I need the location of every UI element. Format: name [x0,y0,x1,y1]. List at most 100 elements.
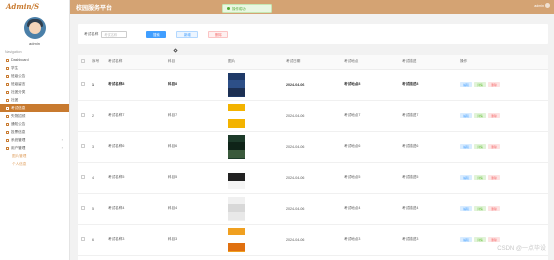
header-user[interactable]: admin [534,4,544,8]
cell-image [228,224,286,256]
sidebar-item[interactable]: 通知公告 [0,120,69,128]
row-delete-button[interactable]: 删除 [488,113,500,118]
cell-exam-desc: 考试描述5 [402,162,460,194]
cell-image [228,162,286,194]
book-cover-image[interactable] [228,134,245,159]
table-row[interactable]: 1 考试名称8 科目8 2024-04-06 考试地点8 考试描述8 编辑 详情 删除 [78,69,548,101]
data-table: 序号 考试名称 科目 图片 考试日期 考试地点 考试描述 操作 1 考试名称8 科目8 2024-0… [78,55,548,260]
cover-band [228,243,245,252]
sidebar-item-label: 考试信息 [11,106,26,110]
column-header: 操作 [460,55,548,70]
success-icon [227,7,230,10]
table-row[interactable]: 3 考试名称6 科目6 2024-04-06 考试地点6 考试描述6 编辑 详情 删除 [78,131,548,163]
table-row[interactable]: 2 考试名称7 科目7 2024-04-06 考试地点7 考试描述7 编辑 详情 删除 [78,100,548,132]
sidebar-item[interactable]: 失物招领 [0,112,69,120]
chevron-right-icon: › [61,137,63,142]
sidebar-item-label: 社团分类 [11,90,26,94]
cover-band [228,204,245,213]
cell-exam-date: 2024-04-06 [286,193,344,225]
sidebar-item[interactable]: 班级公告 [0,72,69,80]
column-header: 图片 [228,55,286,70]
search-input[interactable]: 考试名称 [101,30,128,38]
detail-button[interactable]: 详情 [474,175,486,180]
select-all-checkbox[interactable] [81,59,85,64]
cell-exam-date: 2024-04-06 [286,100,344,132]
row-checkbox[interactable] [81,237,85,241]
sidebar-item[interactable]: 考试信息 [0,104,69,112]
menu-icon [6,122,9,126]
row-checkbox[interactable] [81,144,85,148]
edit-button[interactable]: 编辑 [460,82,472,87]
detail-button[interactable]: 详情 [474,237,486,242]
sidebar-item[interactable]: 学生 [0,64,69,72]
row-delete-button[interactable]: 删除 [488,82,500,87]
detail-button[interactable]: 详情 [474,144,486,149]
user-icon[interactable] [545,3,550,8]
cell-exam-place: 考试地点5 [344,162,402,194]
cell-exam-place: 考试地点3 [344,224,402,256]
cell-actions: 编辑 详情 删除 [460,131,548,163]
sidebar-item[interactable]: Dashboard [0,56,69,64]
sidebar-item[interactable]: 社团分类 [0,88,69,96]
sidebar-item[interactable]: 用户管理 › [0,144,69,152]
sidebar-item-label: 失物招领 [11,114,26,118]
detail-button[interactable]: 详情 [474,113,486,118]
add-button[interactable]: 新增 [176,30,199,38]
book-cover-image[interactable] [228,103,245,128]
cell-image [228,131,286,163]
edit-button[interactable]: 编辑 [460,237,472,242]
row-checkbox[interactable] [81,175,85,179]
sidebar-item[interactable]: 班级留言 [0,80,69,88]
row-delete-button[interactable]: 删除 [488,144,500,149]
sidebar-item[interactable]: 系统管理 › [0,136,69,144]
row-checkbox-cell [78,100,92,132]
detail-button[interactable]: 详情 [474,82,486,87]
edit-button[interactable]: 编辑 [460,144,472,149]
column-header: 考试地点 [344,55,402,70]
cell-index: 5 [92,193,108,225]
cell-image [228,193,286,225]
cell-subject: 科目7 [168,100,228,132]
book-cover-image[interactable] [228,72,245,97]
delete-button[interactable]: 删除 [208,30,229,38]
menu-icon [6,58,9,62]
cell-actions: 编辑 详情 删除 [460,69,548,101]
row-checkbox[interactable] [81,206,85,210]
cell-exam-desc: 考试描述8 [402,69,460,101]
search-button[interactable]: 搜索 [146,30,167,38]
sidebar-item[interactable]: 投票信息 [0,128,69,136]
edit-button[interactable]: 编辑 [460,175,472,180]
search-panel: 考试名称 考试名称 搜索 新增 删除 [78,24,548,44]
book-cover-image[interactable] [228,227,245,252]
cover-band [228,111,245,120]
cell-subject: 科目5 [168,162,228,194]
cover-band [228,119,245,128]
cell-exam-place: 考试地点7 [344,100,402,132]
menu-icon [6,82,9,86]
detail-button[interactable]: 详情 [474,206,486,211]
brand-logo: Admin/S [0,0,69,14]
row-checkbox-cell [78,69,92,101]
column-header: 考试描述 [402,55,460,70]
sidebar-item-label: 用户管理 [11,146,26,150]
table-row[interactable]: 4 考试名称5 科目5 2024-04-06 考试地点5 考试描述5 编辑 详情 删除 [78,162,548,194]
avatar[interactable] [23,17,46,39]
sidebar-sub-item[interactable]: 图片管理 [0,152,69,160]
book-cover-image[interactable] [228,165,245,190]
row-delete-button[interactable]: 删除 [488,237,500,242]
sidebar-item[interactable]: 社团 [0,96,69,104]
book-cover-image[interactable] [228,196,245,221]
row-delete-button[interactable]: 删除 [488,175,500,180]
cell-image [228,100,286,132]
menu-icon [6,74,9,78]
edit-button[interactable]: 编辑 [460,113,472,118]
row-checkbox[interactable] [81,113,85,117]
cell-exam-place: 考试地点6 [344,131,402,163]
table-row[interactable]: 5 考试名称4 科目4 2024-04-06 考试地点4 考试描述4 编辑 详情 删除 [78,193,548,225]
table-row[interactable]: 6 考试名称3 科目3 2024-04-06 考试地点3 考试描述3 编辑 详情 删除 [78,224,548,256]
row-checkbox-cell [78,162,92,194]
row-delete-button[interactable]: 删除 [488,206,500,211]
edit-button[interactable]: 编辑 [460,206,472,211]
sidebar-sub-item[interactable]: 个人信息 [0,160,69,168]
row-checkbox[interactable] [81,82,85,86]
